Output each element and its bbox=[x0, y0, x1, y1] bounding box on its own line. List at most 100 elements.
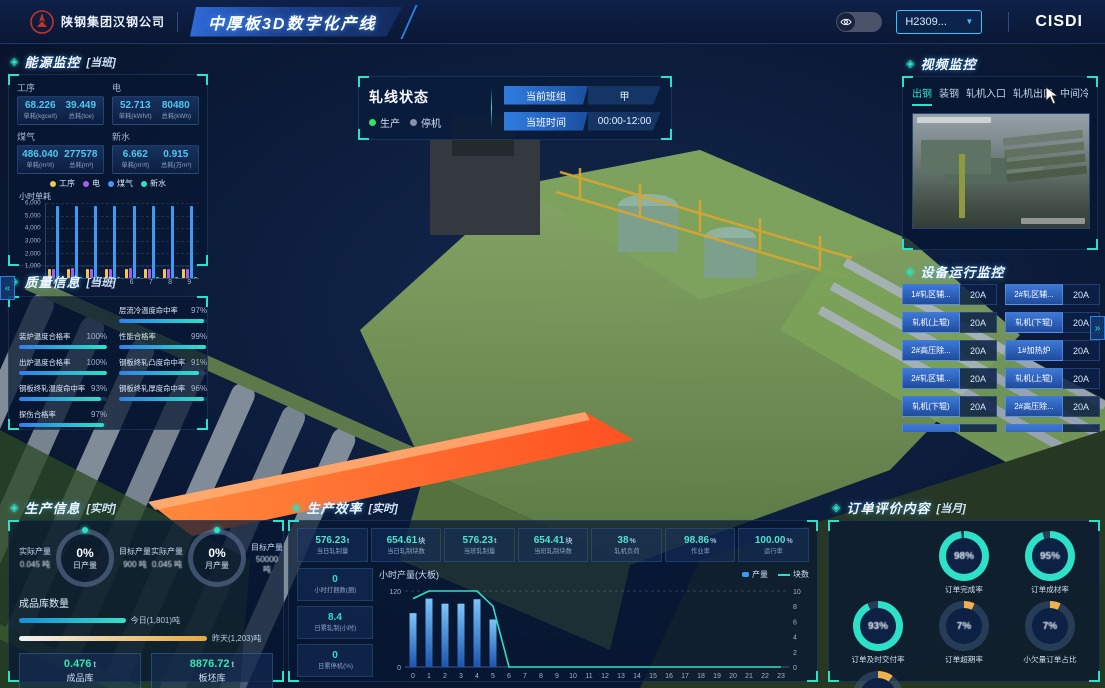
xaxis-tick-label: 7 bbox=[141, 279, 160, 286]
bar bbox=[190, 206, 193, 278]
video-feed[interactable] bbox=[912, 113, 1090, 229]
energy-metric-value: 52.713 bbox=[115, 100, 156, 111]
device-name-button[interactable]: 2#轧区辅... bbox=[902, 368, 960, 389]
hour-bar bbox=[442, 604, 449, 667]
legend-item: 新水 bbox=[141, 178, 166, 189]
energy-panel-title: ◈ 能源监控 [当班] bbox=[10, 52, 116, 71]
hour-bar bbox=[426, 599, 433, 667]
bar bbox=[182, 269, 185, 278]
stat-unit: t bbox=[347, 538, 349, 545]
svg-text:6: 6 bbox=[507, 673, 511, 680]
energy-metric-label: 总耗(kWh) bbox=[158, 112, 194, 121]
collapse-left-tab[interactable]: « bbox=[0, 276, 15, 300]
energy-metric: 52.713单耗(kWh/t) bbox=[115, 100, 156, 121]
energy-metric: 486.040单耗(m³/t) bbox=[20, 149, 61, 170]
status-legend-item: 停机 bbox=[410, 115, 441, 130]
device-name-button[interactable]: 2#高压除... bbox=[1005, 396, 1063, 417]
device-name-button[interactable]: 轧机(下辊) bbox=[902, 396, 960, 417]
order-donut-value: 95% bbox=[1040, 551, 1060, 562]
yaxis-tick-label: 4,000 bbox=[25, 225, 41, 231]
quality-metric: 钢板终轧温度命中率93% bbox=[19, 383, 107, 401]
bar bbox=[167, 269, 170, 278]
xaxis-tick-label: 9 bbox=[180, 279, 199, 286]
device-name-button[interactable]: 轧机(上辊) bbox=[902, 312, 960, 333]
batch-select-dropdown[interactable]: H2309... ▼ bbox=[896, 10, 982, 34]
device-pair: 1#加热炉20A bbox=[1005, 340, 1100, 361]
quality-metric-label: 装炉温度合格率 bbox=[19, 331, 71, 341]
stat-unit: % bbox=[710, 538, 716, 545]
stat-label: 当班轧制块数 bbox=[534, 546, 572, 555]
gauge-ring: 0%月产量 bbox=[188, 529, 246, 587]
devices-panel-title: ◈ 设备运行监控 bbox=[906, 262, 1004, 281]
quality-metric-value: 91% bbox=[191, 358, 207, 367]
device-name-button[interactable]: 2#高压除... bbox=[902, 340, 960, 361]
quality-metric: 装炉温度合格率100% bbox=[19, 331, 107, 349]
device-name-button[interactable]: 1#加热炉 bbox=[1005, 340, 1063, 361]
store-box[interactable]: 8876.72t板坯库 bbox=[151, 653, 273, 688]
production-gauge: 实际产量0.045 吨0%月产量目标产量50000 吨 bbox=[151, 529, 283, 587]
gauge-actual: 实际产量0.045 吨 bbox=[19, 546, 51, 570]
app-title: 中厚板3D数字化产线 bbox=[208, 10, 376, 34]
video-tab-装钢[interactable]: 装钢 bbox=[939, 85, 959, 106]
status-dot-icon bbox=[369, 119, 376, 126]
quality-title-suffix: [当班] bbox=[86, 274, 115, 290]
bar bbox=[117, 277, 120, 278]
orders-title-suffix: [当月] bbox=[936, 500, 965, 516]
visibility-toggle[interactable] bbox=[836, 12, 882, 32]
production-gauge: 实际产量0.045 吨0%日产量目标产量900 吨 bbox=[19, 529, 151, 587]
inventory-bars: 今日(1,801)吨昨天(1,203)吨 bbox=[19, 615, 273, 644]
order-gauge: 7%小欠量订单占比 bbox=[1009, 601, 1091, 665]
device-row-clipped bbox=[902, 424, 1100, 432]
svg-text:22: 22 bbox=[761, 673, 769, 680]
device-name-button[interactable]: 1#轧区辅... bbox=[902, 284, 960, 305]
video-tab-出钢[interactable]: 出钢 bbox=[912, 85, 932, 106]
bar bbox=[137, 277, 140, 278]
device-pair: 2#高压除...20A bbox=[902, 340, 997, 361]
side-stat-label: 小时打捆数(捆) bbox=[314, 586, 356, 595]
store-box[interactable]: 0.476t成品库 bbox=[19, 653, 141, 688]
quality-panel-title: ◈ 质量信息 [当班] bbox=[10, 272, 116, 291]
device-current-value: 20A bbox=[1063, 396, 1100, 417]
device-name-button[interactable]: 2#轧区辅... bbox=[1005, 284, 1063, 305]
device-name-button[interactable] bbox=[902, 424, 960, 432]
bar bbox=[94, 206, 97, 278]
video-tab-中间冷[interactable]: 中间冷 bbox=[1060, 85, 1088, 106]
order-donut: 93% bbox=[853, 601, 903, 651]
progress-track bbox=[19, 345, 107, 349]
orders-title-text: 订单评价内容 bbox=[846, 498, 930, 517]
legend-label: 新水 bbox=[150, 178, 166, 189]
video-tab-轧机入口[interactable]: 轧机入口 bbox=[966, 85, 1006, 106]
gauge-percent: 0% bbox=[208, 546, 225, 560]
efficiency-title-suffix: [实时] bbox=[368, 500, 397, 516]
status-legend-label: 生产 bbox=[380, 115, 400, 130]
diamond-icon: ◈ bbox=[10, 501, 18, 514]
device-pair: 1#轧区辅...20A bbox=[902, 284, 997, 305]
device-name-button[interactable]: 轧机(上辊) bbox=[1005, 368, 1063, 389]
stat-unit: % bbox=[630, 538, 636, 545]
hour-bar bbox=[410, 613, 417, 667]
svg-text:21: 21 bbox=[745, 673, 753, 680]
quality-metric: 钢板终轧凸度命中率91% bbox=[119, 357, 207, 375]
company-logo: 陕钢集团汉钢公司 bbox=[30, 10, 165, 34]
gauge-actual-value: 0.045 吨 bbox=[19, 559, 51, 570]
device-name-button[interactable] bbox=[1005, 424, 1063, 432]
status-badge-value: 甲 bbox=[588, 86, 661, 105]
inventory-bar-label: 今日(1,801)吨 bbox=[131, 615, 180, 626]
energy-chart-yaxis: 6,0005,0004,0003,0002,0001,0000 bbox=[17, 203, 45, 279]
header-actions: H2309... ▼ CISDI bbox=[836, 10, 1083, 34]
stat-value: 654.61块 bbox=[387, 535, 426, 546]
device-current-value bbox=[1063, 424, 1100, 432]
energy-chart-legend: 工序电煤气新水 bbox=[17, 178, 199, 189]
quality-metric: 层流冷温度命中率97% bbox=[119, 305, 207, 323]
header-divider bbox=[177, 12, 178, 32]
progress-track bbox=[119, 397, 207, 401]
quality-metric-label: 探伤合格率 bbox=[19, 409, 56, 419]
collapse-right-tab[interactable]: » bbox=[1090, 316, 1105, 340]
svg-text:1: 1 bbox=[427, 673, 431, 680]
gauge-dot-icon bbox=[214, 527, 220, 533]
chevron-down-icon: ▼ bbox=[965, 17, 973, 26]
device-name-button[interactable]: 轧机(下辊) bbox=[1005, 312, 1063, 333]
store-label: 成品库 bbox=[66, 671, 93, 684]
svg-text:0: 0 bbox=[411, 673, 415, 680]
bar bbox=[194, 277, 197, 278]
